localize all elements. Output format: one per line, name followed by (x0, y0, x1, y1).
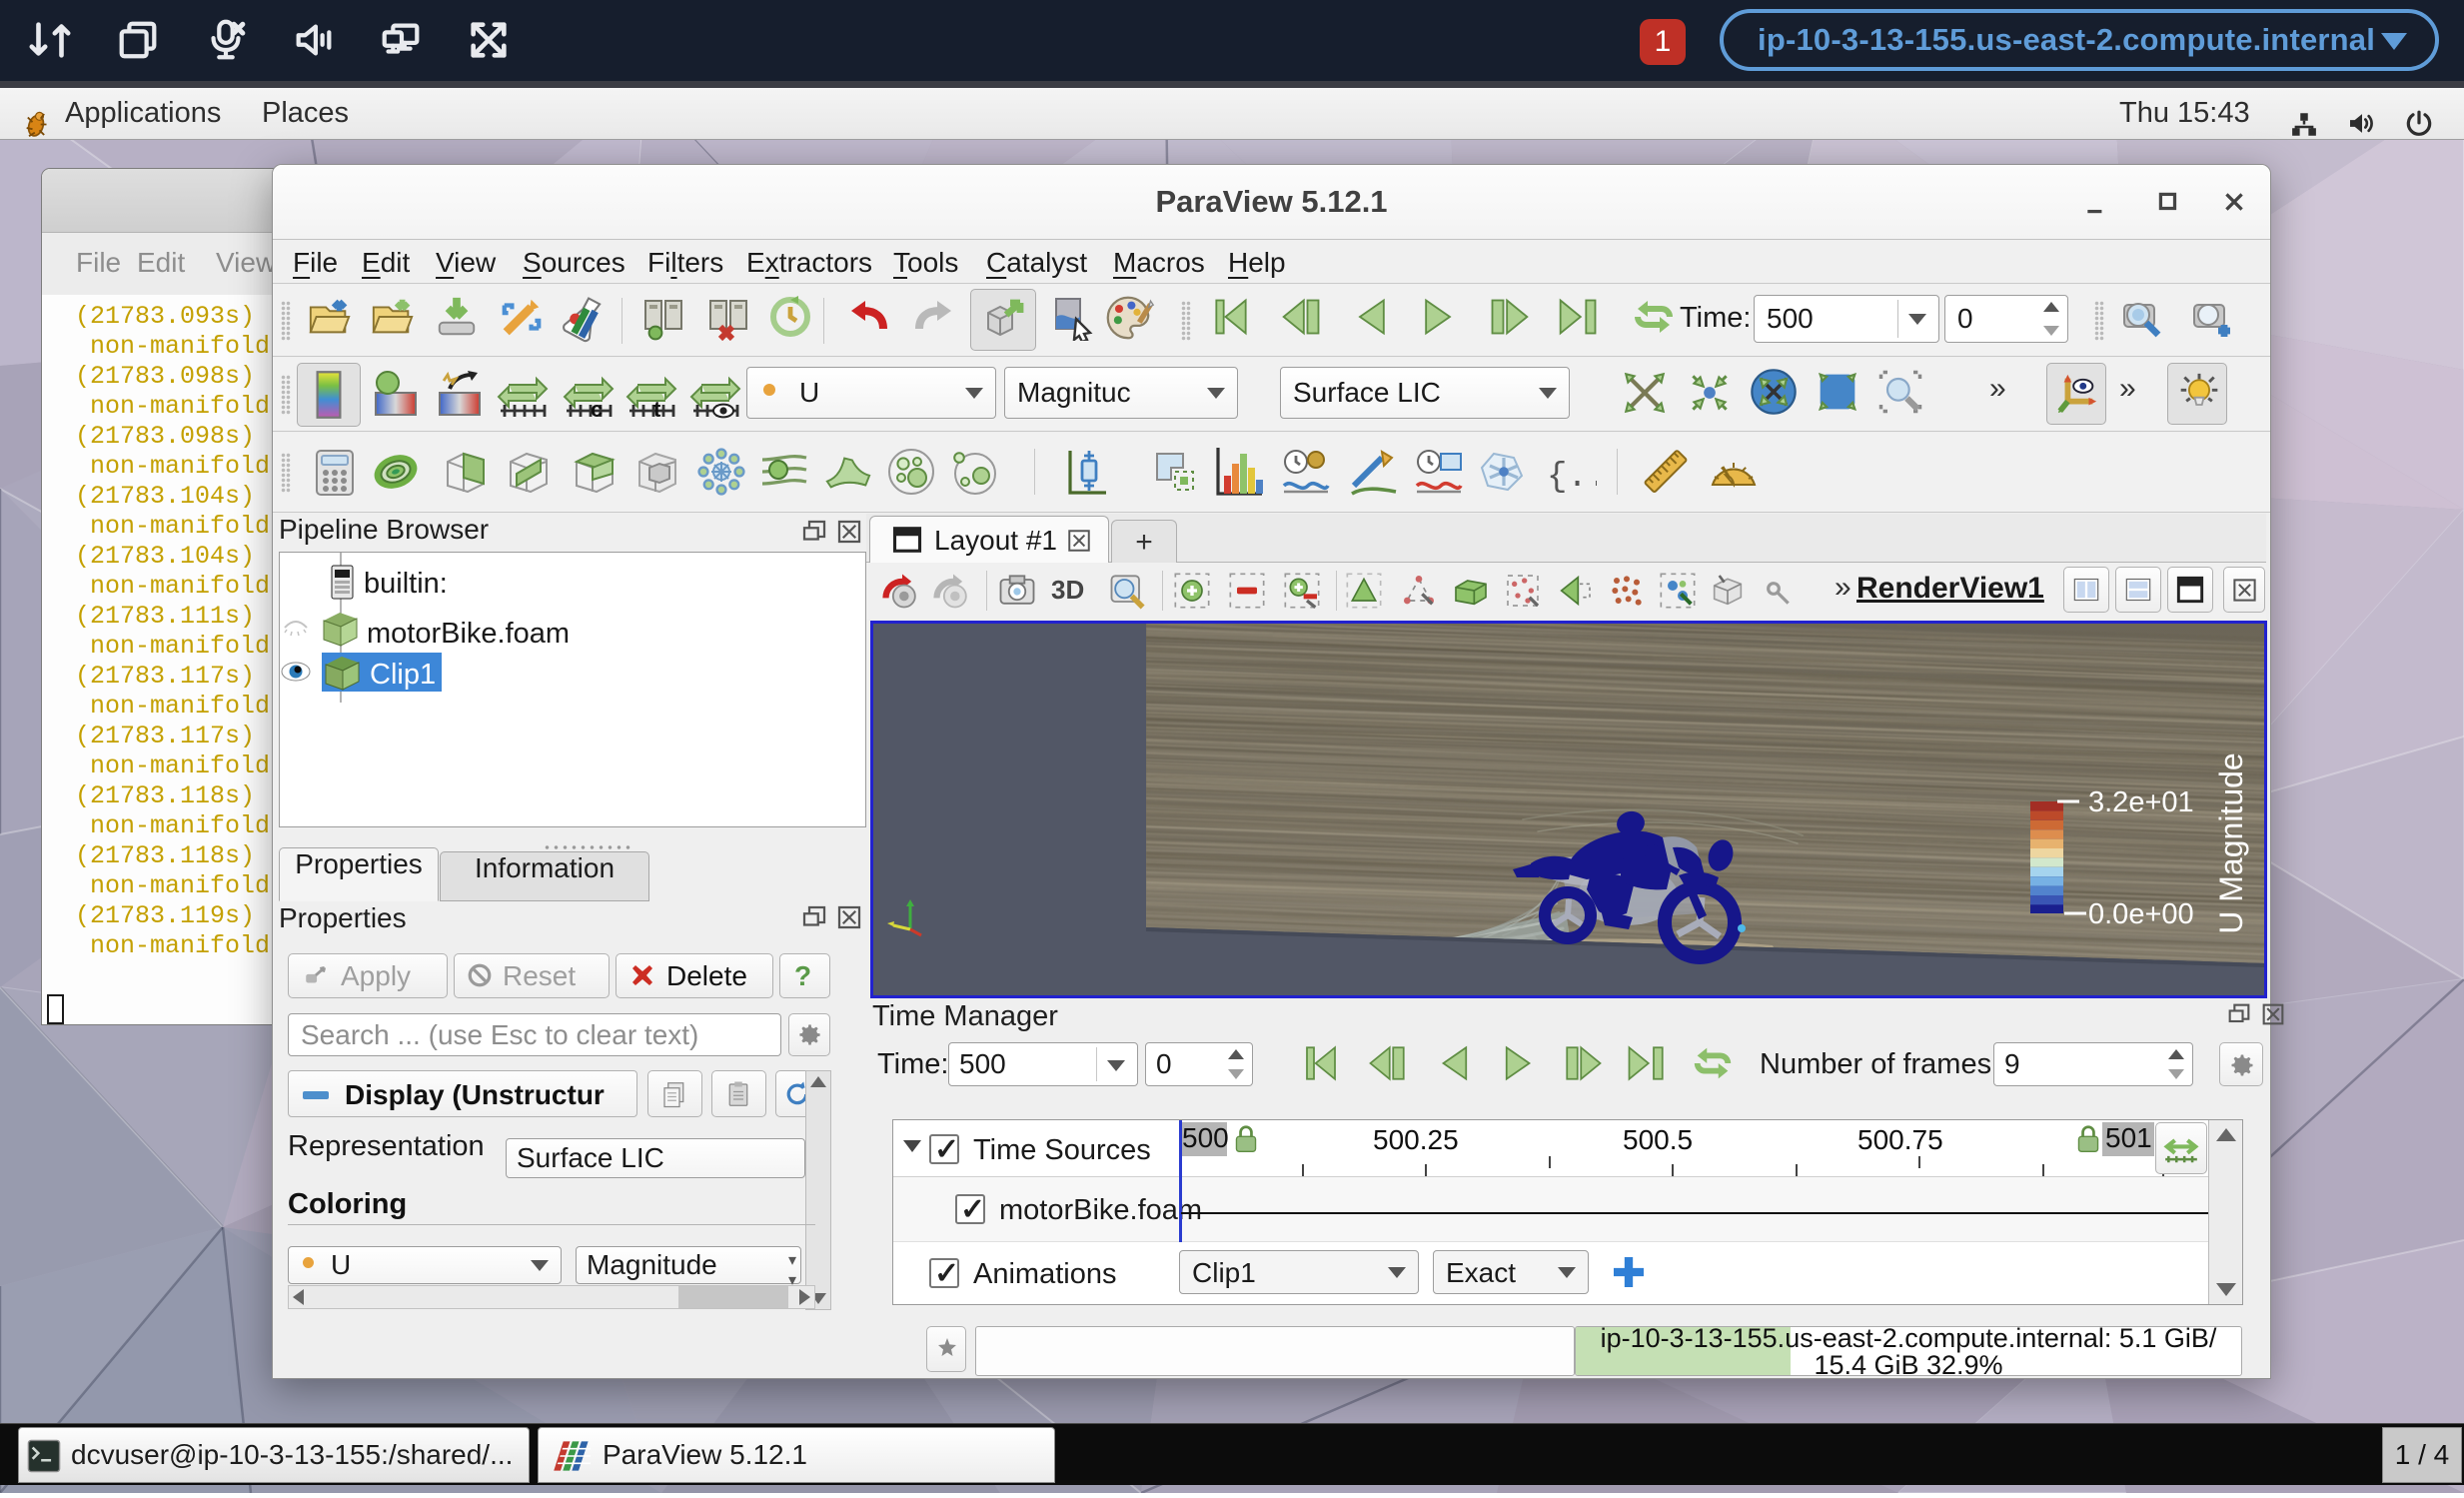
svg-text:{..}: {..} (1547, 459, 1597, 497)
svg-text:Clip1: Clip1 (370, 659, 436, 691)
svg-text:3.2e+01: 3.2e+01 (2088, 786, 2194, 818)
svg-text:0.0e+00: 0.0e+00 (2088, 898, 2194, 930)
svg-text:builtin:: builtin: (364, 568, 448, 600)
svg-text:t: t (653, 397, 661, 422)
svg-text:U Magnitude: U Magnitude (2213, 752, 2249, 933)
svg-text:motorBike.foam: motorBike.foam (367, 618, 570, 650)
svg-text:c: c (591, 397, 603, 422)
